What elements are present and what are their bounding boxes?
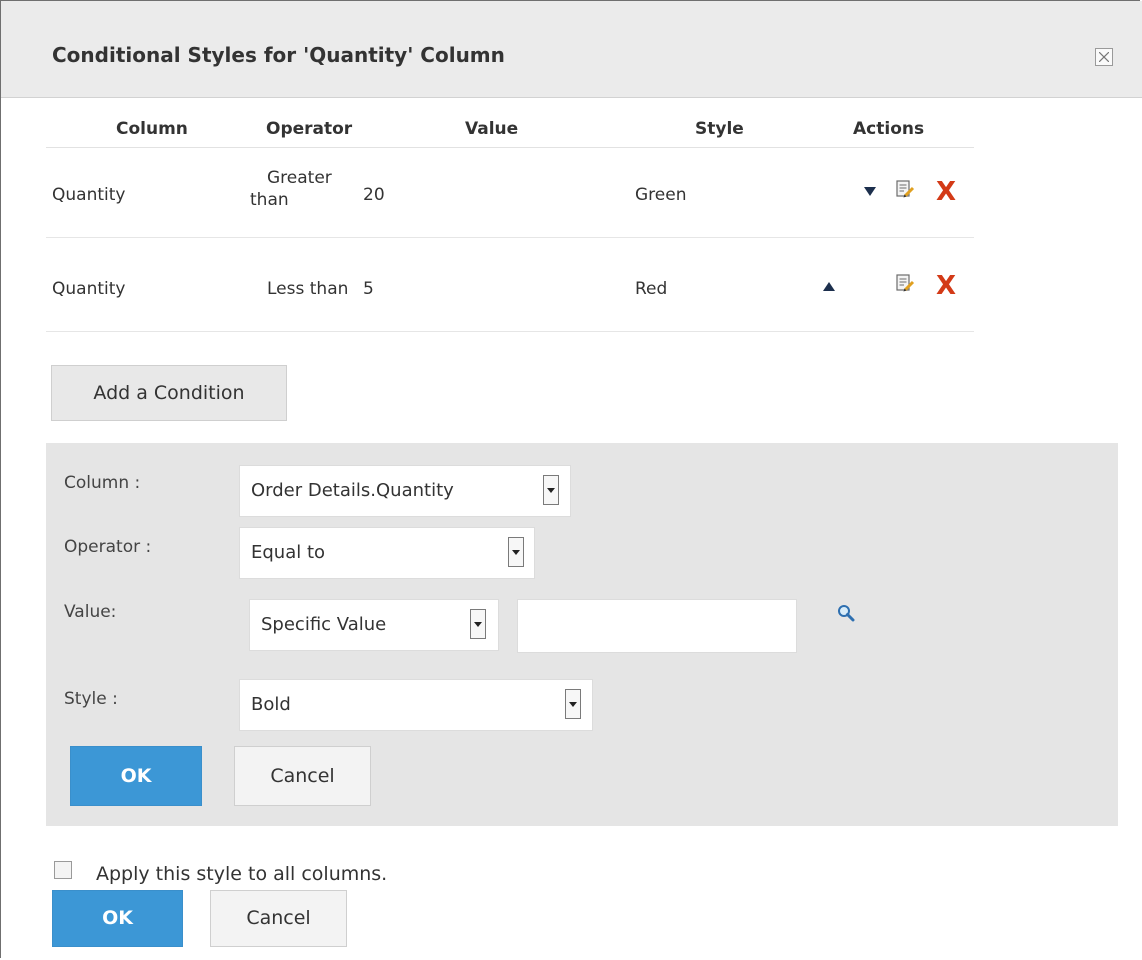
header-operator: Operator xyxy=(266,119,353,139)
row-value-cell: 20 xyxy=(363,185,385,205)
table-bottom-border xyxy=(46,331,974,332)
dialog-title: Conditional Styles for 'Quantity' Column xyxy=(52,43,505,67)
operator-field-label: Operator : xyxy=(64,537,152,557)
header-style: Style xyxy=(695,119,744,139)
value-input[interactable] xyxy=(517,599,797,653)
value-type-select[interactable]: Specific Value xyxy=(249,599,499,651)
conditions-table xyxy=(46,109,974,331)
cancel-button[interactable]: Cancel xyxy=(210,890,347,947)
ok-button[interactable]: OK xyxy=(52,890,183,947)
dialog-titlebar: Conditional Styles for 'Quantity' Column xyxy=(1,1,1142,98)
chevron-down-icon[interactable] xyxy=(508,537,524,567)
chevron-down-icon[interactable] xyxy=(565,689,581,719)
chevron-down-icon[interactable] xyxy=(543,475,559,505)
row-style-cell: Green xyxy=(635,185,687,205)
header-actions: Actions xyxy=(853,119,925,139)
chevron-down-icon[interactable] xyxy=(470,609,486,639)
edit-icon[interactable] xyxy=(895,179,915,199)
apply-all-checkbox[interactable] xyxy=(54,861,72,879)
move-up-icon[interactable] xyxy=(823,282,835,291)
value-type-select-value: Specific Value xyxy=(261,614,387,635)
add-condition-button[interactable]: Add a Condition xyxy=(51,365,287,421)
delete-icon[interactable]: X xyxy=(936,273,956,299)
operator-select-value: Equal to xyxy=(251,542,326,563)
style-field-label: Style : xyxy=(64,689,118,709)
search-icon[interactable] xyxy=(837,604,855,622)
operator-line-2: than xyxy=(250,190,289,210)
row-operator-cell: Greater than xyxy=(250,167,345,211)
edit-icon[interactable] xyxy=(895,273,915,293)
row-value-cell: 5 xyxy=(363,279,374,299)
style-select[interactable]: Bold xyxy=(239,679,593,731)
conditional-styles-dialog: Conditional Styles for 'Quantity' Column… xyxy=(0,0,1142,958)
operator-select[interactable]: Equal to xyxy=(239,527,535,579)
move-down-icon[interactable] xyxy=(864,187,876,196)
operator-line-1: Greater xyxy=(267,168,332,188)
header-value: Value xyxy=(465,119,519,139)
row-operator-cell: Less than xyxy=(267,279,349,299)
row-divider xyxy=(46,237,974,238)
header-column: Column xyxy=(116,119,188,139)
column-field-label: Column : xyxy=(64,473,141,493)
apply-all-label: Apply this style to all columns. xyxy=(96,863,388,885)
column-select-value: Order Details.Quantity xyxy=(251,480,454,501)
editor-ok-button[interactable]: OK xyxy=(70,746,202,806)
editor-cancel-button[interactable]: Cancel xyxy=(234,746,371,806)
delete-icon[interactable]: X xyxy=(936,179,956,205)
row-style-cell: Red xyxy=(635,279,668,299)
close-icon xyxy=(1099,52,1109,62)
style-select-value: Bold xyxy=(251,694,291,715)
close-button[interactable] xyxy=(1095,48,1113,66)
column-select[interactable]: Order Details.Quantity xyxy=(239,465,571,517)
row-column-cell: Quantity xyxy=(52,279,126,299)
value-field-label: Value: xyxy=(64,602,117,622)
row-column-cell: Quantity xyxy=(52,185,126,205)
header-divider xyxy=(46,147,974,148)
